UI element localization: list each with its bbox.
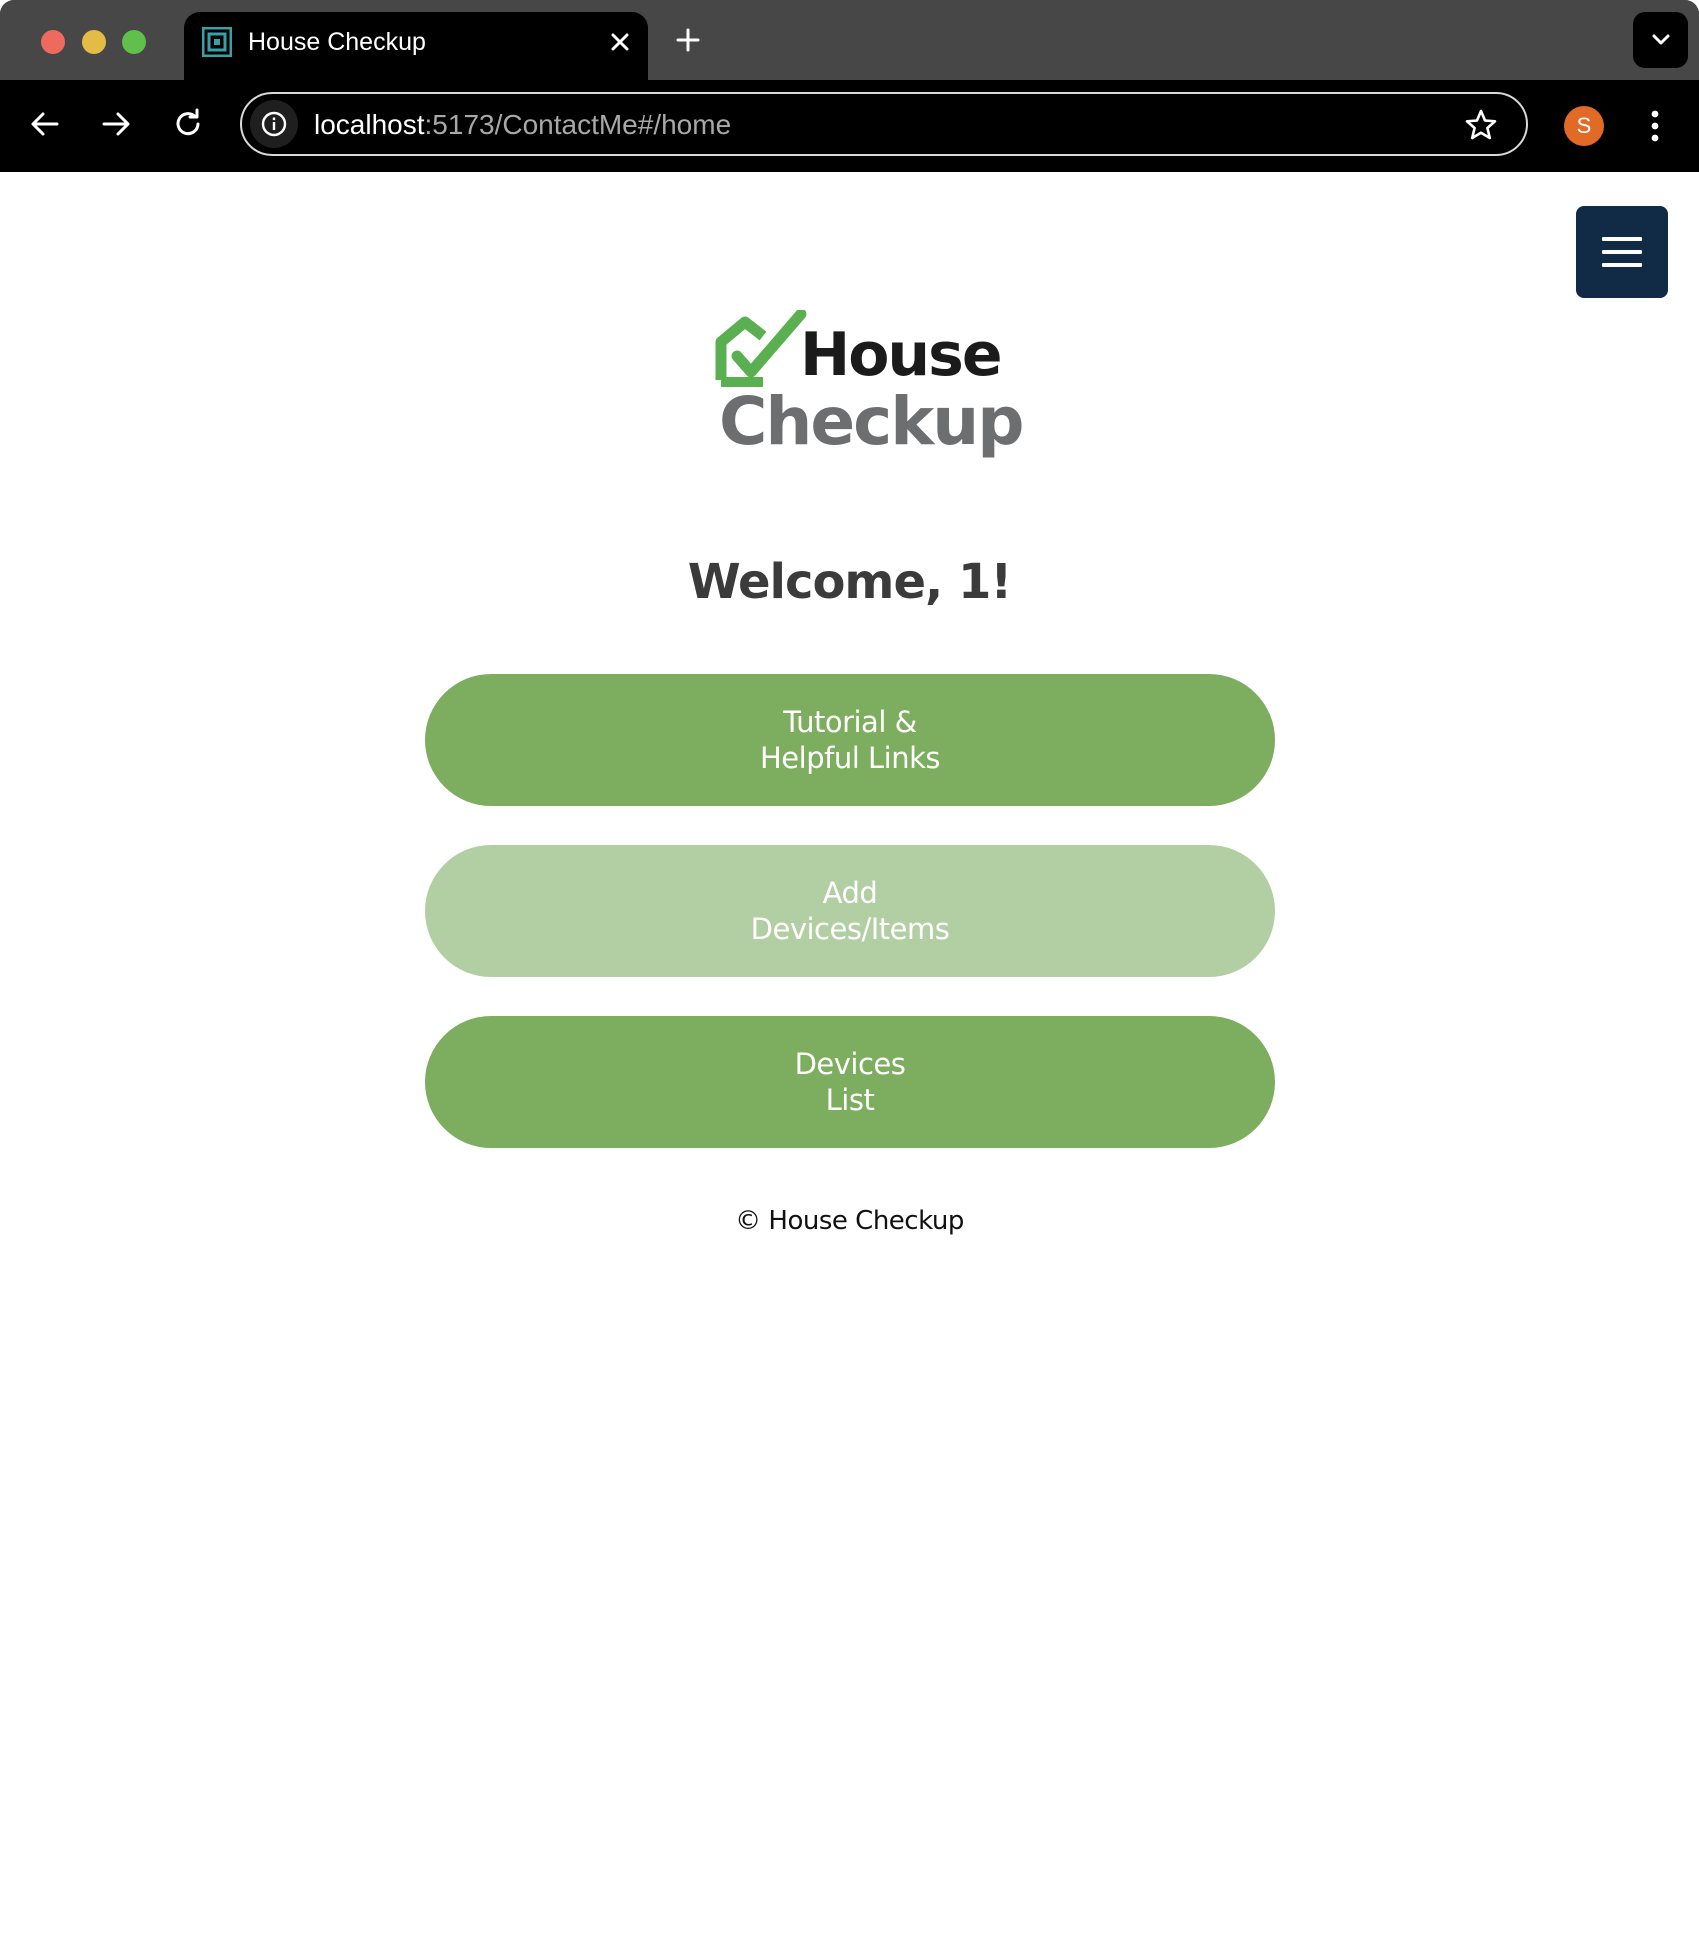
button-label-line1: Tutorial & — [783, 705, 917, 739]
button-label-line2: Helpful Links — [760, 741, 940, 775]
minimize-window-button[interactable] — [82, 30, 106, 54]
page-content: House Checkup Welcome, 1! Tutorial & Hel… — [0, 172, 1699, 1936]
url-path: :5173/ContactMe#/home — [424, 109, 732, 140]
url-host: localhost — [314, 109, 425, 140]
browser-toolbar: localhost:5173/ContactMe#/home S — [0, 80, 1699, 172]
browser-window: House Checkup localhost:5173/ContactMe#/… — [0, 0, 1699, 172]
hamburger-icon — [1602, 237, 1642, 267]
more-options-icon[interactable] — [1640, 104, 1670, 148]
close-tab-icon[interactable] — [604, 26, 636, 58]
tab-house-checkup[interactable]: House Checkup — [184, 12, 648, 80]
chevron-down-icon — [1652, 34, 1670, 45]
back-icon[interactable] — [25, 104, 65, 144]
info-icon — [261, 111, 287, 137]
reload-icon[interactable] — [168, 104, 208, 144]
menu-button[interactable] — [1576, 206, 1668, 298]
maximize-window-button[interactable] — [122, 30, 146, 54]
profile-avatar[interactable]: S — [1564, 106, 1604, 146]
button-label-line2: List — [825, 1083, 875, 1117]
tutorial-links-button[interactable]: Tutorial & Helpful Links — [425, 674, 1275, 806]
tab-search-button[interactable] — [1633, 12, 1688, 68]
close-window-button[interactable] — [41, 30, 65, 54]
footer-copyright: © House Checkup — [735, 1206, 964, 1236]
tab-title: House Checkup — [248, 28, 426, 56]
logo-line1: House — [800, 320, 1003, 390]
add-devices-button[interactable]: Add Devices/Items — [425, 845, 1275, 977]
favicon-icon — [202, 27, 232, 57]
welcome-heading: Welcome, 1! — [687, 554, 1012, 610]
site-info-button[interactable] — [250, 100, 298, 148]
address-bar[interactable]: localhost:5173/ContactMe#/home — [240, 92, 1528, 156]
devices-list-button[interactable]: Devices List — [425, 1016, 1275, 1148]
button-label-line1: Add — [822, 876, 878, 910]
new-tab-icon[interactable] — [670, 22, 706, 58]
button-label-line2: Devices/Items — [750, 912, 950, 946]
house-check-icon — [715, 310, 807, 387]
house-checkup-logo: House Checkup — [715, 310, 1024, 460]
url-text: localhost:5173/ContactMe#/home — [314, 107, 731, 143]
tab-strip: House Checkup — [0, 0, 1699, 80]
forward-icon[interactable] — [96, 104, 136, 144]
button-label-line1: Devices — [794, 1047, 906, 1081]
logo-line2: Checkup — [719, 383, 1024, 460]
bookmark-star-icon[interactable] — [1464, 108, 1498, 142]
